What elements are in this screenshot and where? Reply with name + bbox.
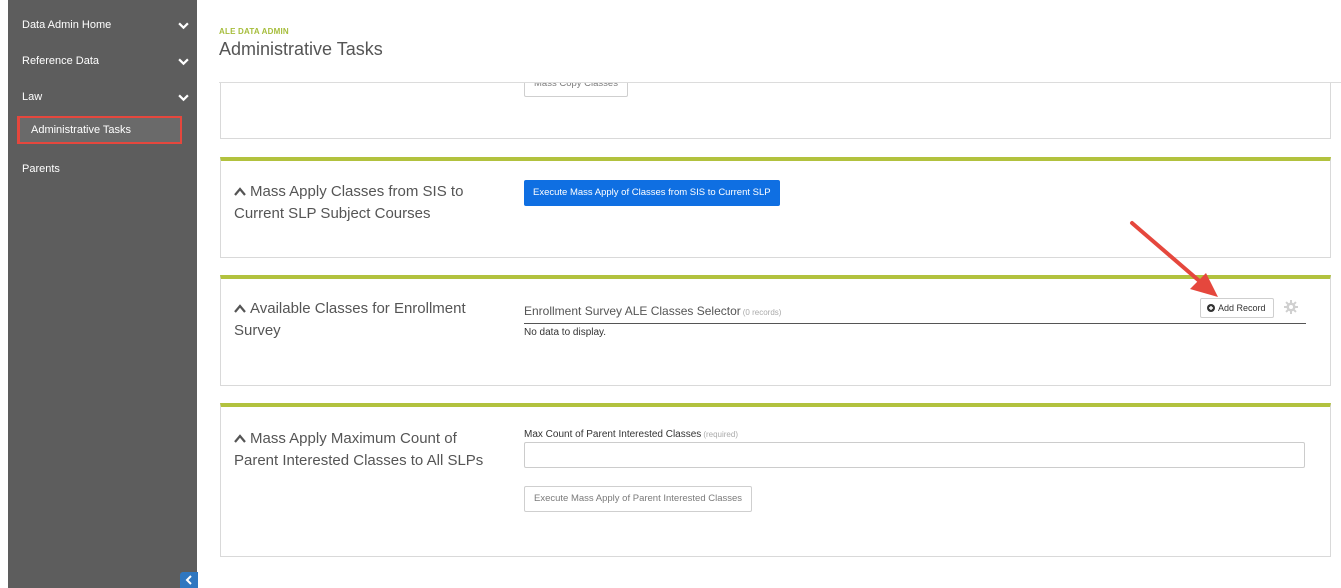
selector-title: Enrollment Survey ALE Classes Selector (0… <box>524 304 782 318</box>
chevron-left-icon <box>185 575 192 585</box>
sidebar-item-label: Reference Data <box>22 55 100 67</box>
sidebar-collapse-button[interactable] <box>180 572 198 588</box>
panel-title[interactable]: Available Classes for Enrollment Survey <box>234 298 504 342</box>
gear-icon[interactable] <box>1284 300 1298 314</box>
sidebar-item-label: Parents <box>22 163 60 175</box>
required-marker: (required) <box>703 430 738 439</box>
max-count-label: Max Count of Parent Interested Classes (r… <box>524 429 738 440</box>
page-title: Administrative Tasks <box>219 39 383 59</box>
sidebar-item-label: Data Admin Home <box>22 19 112 31</box>
sidebar-item-parents[interactable]: Parents <box>8 155 197 183</box>
sidebar-item-data-admin-home[interactable]: Data Admin Home <box>8 11 197 39</box>
panel-title[interactable]: Mass Apply Maximum Count of Parent Inter… <box>234 428 504 472</box>
panel-max-count: Mass Apply Maximum Count of Parent Inter… <box>220 403 1331 557</box>
chevron-up-icon <box>234 187 246 196</box>
chevron-up-icon <box>234 434 246 443</box>
max-count-input[interactable] <box>524 442 1305 468</box>
sidebar-item-label: Administrative Tasks <box>31 124 132 136</box>
chevron-down-icon <box>178 58 189 66</box>
execute-mass-apply-sis-button[interactable]: Execute Mass Apply of Classes from SIS t… <box>524 180 780 206</box>
sidebar: Data Admin Home Reference Data Law Admin… <box>8 0 198 588</box>
record-count: (0 records) <box>742 308 782 317</box>
panel-title[interactable]: Mass Apply Classes from SIS to Current S… <box>234 181 504 225</box>
sidebar-item-reference-data[interactable]: Reference Data <box>8 47 197 75</box>
chevron-down-icon <box>178 22 189 30</box>
mass-copy-button[interactable]: Mass Copy Classes <box>524 83 628 97</box>
chevron-down-icon <box>178 94 189 102</box>
sidebar-item-administrative-tasks[interactable]: Administrative Tasks <box>17 116 182 144</box>
annotation-arrow-icon <box>1130 221 1218 297</box>
plus-circle-icon <box>1207 304 1215 312</box>
app-label: ALE DATA ADMIN <box>219 27 289 36</box>
panel-mass-copy: Mass Copy Classes <box>220 83 1331 139</box>
selector-divider <box>524 323 1306 324</box>
sidebar-item-law[interactable]: Law <box>8 83 197 111</box>
chevron-up-icon <box>234 304 246 313</box>
empty-state-text: No data to display. <box>524 327 607 338</box>
execute-mass-apply-parent-interested-button[interactable]: Execute Mass Apply of Parent Interested … <box>524 486 753 512</box>
sidebar-item-label: Law <box>22 91 43 103</box>
